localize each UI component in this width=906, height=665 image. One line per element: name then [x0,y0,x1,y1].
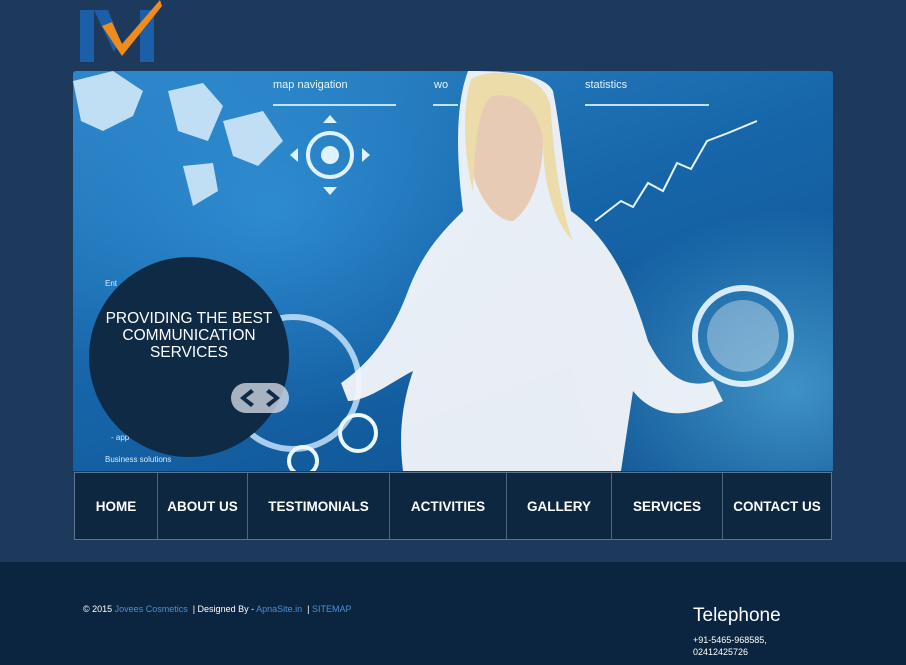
footer: © 2015 Jovees Cosmetics | Designed By - … [0,562,906,665]
sitemap-link[interactable]: SITEMAP [312,604,352,614]
phone-number-1: +91-5465-968585, [693,635,767,645]
nav-item-home[interactable]: HOME [75,473,158,539]
phone-number-2: 02412425726 [693,647,749,657]
hud-label-statistics: statistics [585,79,628,91]
hud-label-ent: Ent [105,279,118,288]
hero-caption-circle: PROVIDING THE BEST COMMUNICATION SERVICE… [89,257,289,457]
main-nav: HOME ABOUT US TESTIMONIALS ACTIVITIES GA… [74,472,832,540]
copyright-text: © 2015 [83,604,113,614]
nav-item-gallery[interactable]: GALLERY [507,473,612,539]
footer-separator: | [307,604,310,614]
telephone-heading: Telephone [693,605,781,626]
company-link[interactable]: Jovees Cosmetics [115,604,188,614]
hud-label-wo: wo [434,79,449,91]
telephone-numbers: +91-5465-968585, 02412425726 [693,634,767,658]
nav-item-contact-us[interactable]: CONTACT US [723,473,831,539]
slider-controls [231,383,289,413]
chevron-right-icon [266,389,280,407]
nav-item-services[interactable]: SERVICES [612,473,723,539]
hud-label-map-navigation: map navigation [273,79,348,91]
designed-by-text: | Designed By - [192,604,255,614]
nav-item-testimonials[interactable]: TESTIMONIALS [248,473,390,539]
footer-credits: © 2015 Jovees Cosmetics | Designed By - … [83,604,352,614]
hud-label-business: Business solutions [105,455,172,464]
hero-caption: PROVIDING THE BEST COMMUNICATION SERVICE… [105,310,273,361]
designer-link[interactable]: ApnaSite.in [256,604,302,614]
nav-item-about-us[interactable]: ABOUT US [158,473,248,539]
chevron-left-icon [240,389,254,407]
site-logo[interactable] [78,0,162,66]
slider-next-button[interactable] [260,383,289,413]
nav-item-activities[interactable]: ACTIVITIES [390,473,507,539]
slider-prev-button[interactable] [231,383,260,413]
